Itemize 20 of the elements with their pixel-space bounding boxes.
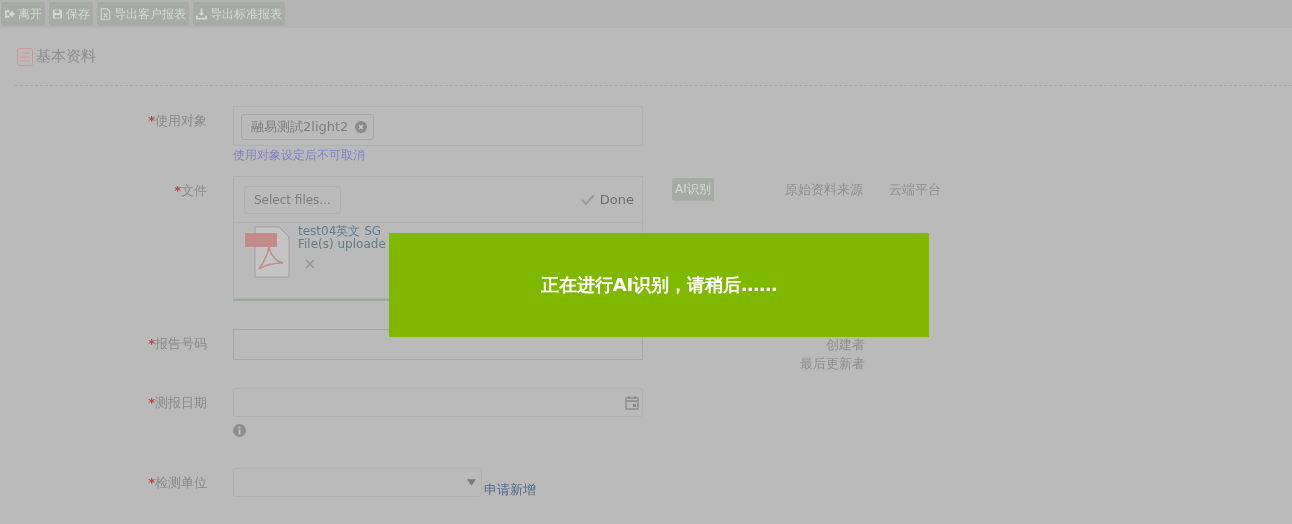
apply-link[interactable]: 申请新增 — [484, 481, 536, 499]
check-icon — [580, 193, 595, 206]
download-icon — [196, 8, 207, 20]
exit-icon — [4, 8, 15, 20]
file-name: test04英文 SG — [298, 225, 382, 238]
loading-dialog: 正在进行AI识别，请稍后…… — [389, 233, 929, 337]
close-icon[interactable] — [305, 259, 315, 269]
spreadsheet-icon — [100, 8, 111, 20]
select-files-button[interactable]: Select files... — [244, 185, 341, 214]
caret-icon — [467, 479, 476, 486]
list-icon — [17, 47, 33, 66]
remove-icon[interactable] — [355, 121, 368, 133]
pdf-file-icon — [245, 225, 291, 279]
done-status: Done — [599, 192, 634, 207]
save-icon — [52, 8, 63, 20]
dropdown-field[interactable] — [233, 468, 482, 497]
date-field[interactable] — [233, 388, 643, 417]
calendar-icon[interactable] — [625, 395, 639, 410]
info-icon — [233, 424, 246, 437]
upload-status: File(s) uploade — [298, 238, 386, 251]
